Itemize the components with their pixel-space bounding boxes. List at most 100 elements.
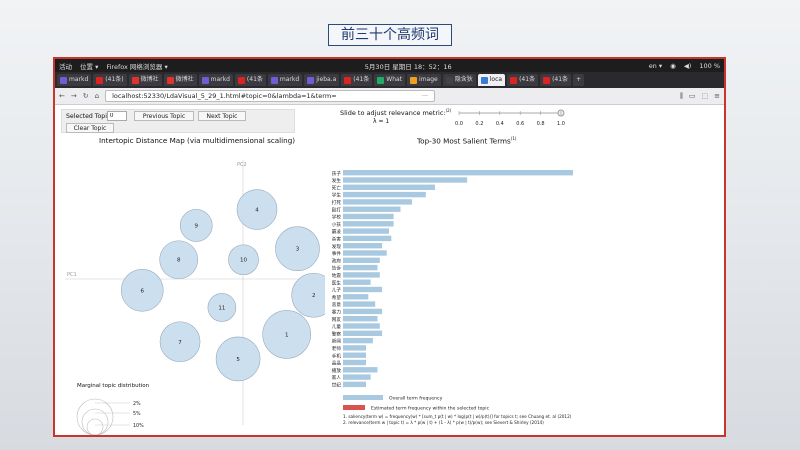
topic-bubble-label: 8: [177, 258, 181, 264]
tab-favicon-icon: [201, 76, 209, 84]
url-bar[interactable]: localhost:52330/LdaVisual_5_29_1.html#to…: [105, 90, 436, 102]
term-bar[interactable]: [343, 213, 394, 220]
browser-tab[interactable]: markd: [198, 74, 233, 86]
term-bar[interactable]: [343, 177, 468, 183]
battery-indicator[interactable]: 100 %: [699, 62, 720, 70]
term-bar[interactable]: [343, 381, 366, 388]
topic-bubble-2[interactable]: [291, 272, 325, 318]
pc2-label: PC2: [237, 162, 247, 168]
activities-button[interactable]: 活动: [59, 61, 72, 71]
tab-favicon-icon: [344, 76, 352, 84]
term-bar[interactable]: [343, 243, 383, 249]
page-actions-icon[interactable]: ···: [422, 91, 428, 102]
term-label: 手机: [332, 352, 342, 359]
places-menu[interactable]: 位置 ▾: [80, 61, 98, 71]
browser-tab[interactable]: (41条: [234, 74, 266, 86]
browser-tab[interactable]: (41条: [507, 74, 539, 86]
term-label: 播放: [332, 367, 342, 374]
footnote: 2. relevance(term w | topic t) = λ * p(w…: [343, 420, 544, 425]
term-bar[interactable]: [343, 272, 380, 278]
topic-bubble-label: 3: [296, 247, 300, 253]
browser-tab[interactable]: loca: [477, 74, 506, 86]
browser-tab[interactable]: 隐含狄: [442, 74, 476, 86]
browser-tab[interactable]: markd: [267, 74, 303, 86]
navigation-bar: ← → ↻ ⌂ localhost:52330/LdaVisual_5_29_1…: [55, 88, 724, 105]
term-bar[interactable]: [343, 206, 401, 212]
term-bar[interactable]: [343, 330, 383, 336]
term-label: 死亡: [332, 184, 342, 191]
term-label: 学生: [332, 192, 342, 199]
term-bar[interactable]: [343, 301, 376, 307]
term-bar[interactable]: [343, 184, 435, 190]
term-bar[interactable]: [343, 294, 369, 300]
term-label: 杀害: [332, 236, 342, 243]
term-label: 发生: [332, 177, 342, 184]
browser-tab[interactable]: 微博社: [128, 74, 162, 86]
browser-tab[interactable]: (41条: [540, 74, 572, 86]
language-indicator[interactable]: en ▾: [649, 62, 662, 70]
menu-icon[interactable]: ≡: [714, 92, 720, 101]
clock[interactable]: 5月30日 星期日 18：52：16: [365, 61, 452, 71]
sidebar-icon[interactable]: ▭: [689, 92, 696, 101]
term-bar[interactable]: [343, 286, 383, 293]
intertopic-map-title: Intertopic Distance Map (via multidimens…: [99, 136, 296, 145]
browser-tab[interactable]: markd: [57, 74, 92, 86]
tab-favicon-icon: [131, 76, 139, 84]
term-bar[interactable]: [343, 228, 389, 234]
slide-title: 前三十个高频词: [328, 24, 452, 46]
term-label: 世纪: [332, 382, 342, 389]
forward-icon[interactable]: →: [71, 92, 77, 100]
term-bar[interactable]: [343, 345, 366, 351]
toolbar-icons: ⫼ ▭ ⬚ ≡: [441, 92, 720, 101]
reload-icon[interactable]: ↻: [83, 92, 89, 100]
volume-icon[interactable]: ◀): [684, 62, 692, 70]
previous-topic-button[interactable]: Previous Topic: [134, 111, 194, 121]
clear-topic-button[interactable]: Clear Topic: [66, 123, 114, 133]
term-bar[interactable]: [343, 279, 371, 285]
tab-favicon-icon: [270, 76, 278, 84]
slider-tick-label: 0.0: [455, 121, 463, 127]
term-bar[interactable]: [343, 337, 373, 344]
wifi-icon[interactable]: ◉: [670, 62, 676, 70]
firefox-app-menu[interactable]: Firefox 网络浏览器 ▾: [106, 61, 167, 71]
term-bar[interactable]: [343, 264, 378, 271]
relevance-slider[interactable]: 0.0 0.2 0.4 0.6 0.8 1.0: [453, 107, 573, 129]
term-bar[interactable]: [343, 235, 392, 242]
home-icon[interactable]: ⌂: [95, 92, 99, 100]
tab-label: 微博社: [175, 76, 194, 83]
term-label: 新闻: [332, 338, 342, 345]
term-label: 家人: [332, 374, 342, 381]
library-icon[interactable]: ⫼: [680, 92, 683, 101]
term-bar[interactable]: [343, 221, 394, 227]
browser-tab[interactable]: 微博社: [163, 74, 197, 86]
legend-overall-swatch: [343, 395, 383, 400]
term-bar[interactable]: [343, 323, 380, 329]
term-bar[interactable]: [343, 257, 380, 263]
back-icon[interactable]: ←: [59, 92, 65, 100]
browser-tab[interactable]: jieba.a: [304, 74, 340, 86]
extension-icon[interactable]: ⬚: [702, 92, 709, 101]
browser-tab[interactable]: (41条: [341, 74, 373, 86]
tab-label: jieba.a: [316, 76, 337, 83]
new-tab-button[interactable]: +: [573, 74, 585, 86]
browser-tab[interactable]: (41条): [93, 74, 127, 86]
tab-favicon-icon: [237, 76, 245, 84]
slider-tick-label: 0.8: [537, 121, 545, 127]
term-bar[interactable]: [343, 367, 378, 373]
tab-favicon-icon: [510, 76, 518, 84]
pc1-label: PC1: [67, 272, 77, 278]
term-bar[interactable]: [343, 191, 426, 198]
term-bar[interactable]: [343, 359, 366, 366]
next-topic-button[interactable]: Next Topic: [198, 111, 246, 121]
term-bar[interactable]: [343, 352, 366, 358]
term-bar[interactable]: [343, 199, 412, 205]
browser-tab[interactable]: image: [407, 74, 441, 86]
term-bar[interactable]: [343, 170, 573, 176]
term-bar[interactable]: [343, 316, 378, 322]
term-label: 孩子: [332, 170, 342, 177]
browser-tab[interactable]: What: [374, 74, 406, 86]
term-bar[interactable]: [343, 374, 371, 380]
selected-topic-input[interactable]: [107, 111, 127, 121]
term-bar[interactable]: [343, 250, 387, 256]
term-bar[interactable]: [343, 308, 383, 315]
